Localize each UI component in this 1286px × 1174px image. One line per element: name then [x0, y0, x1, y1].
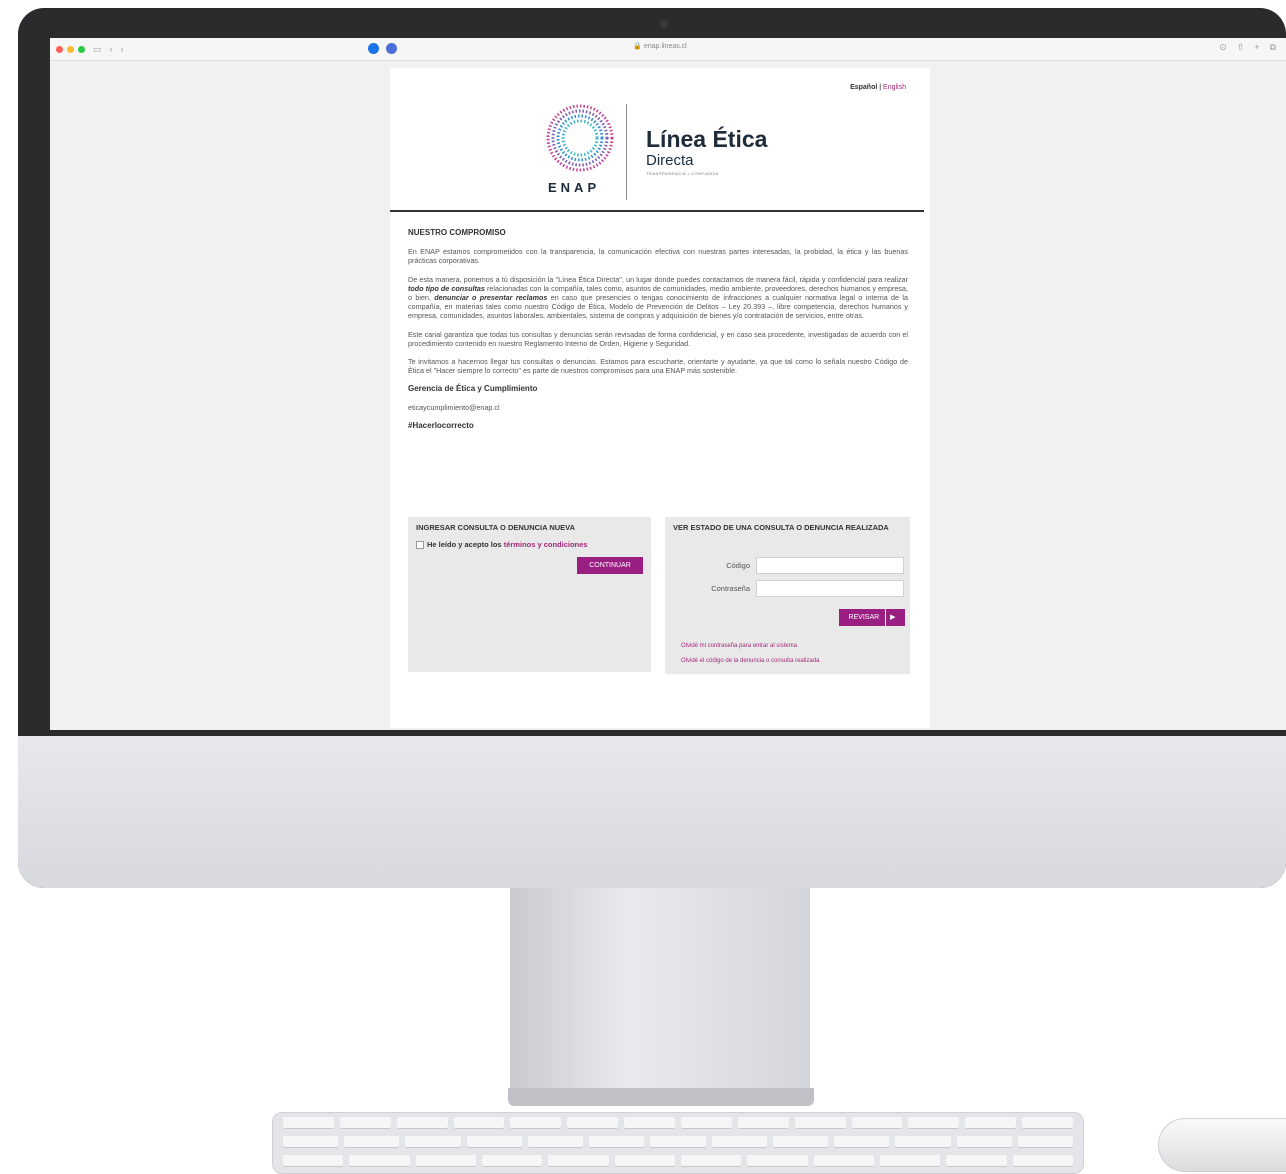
back-icon[interactable]: ‹: [110, 44, 113, 54]
status-check-panel: VER ESTADO DE UNA CONSULTA O DENUNCIA RE…: [665, 517, 910, 674]
extension-icon[interactable]: [386, 43, 397, 54]
screen: ▭ ‹ › 🔒 enap.lineas.cl ⊙ ⇧ + ⧉ Español |…: [50, 38, 1286, 730]
window-controls: [56, 45, 85, 53]
review-label: REVISAR: [848, 614, 880, 621]
terms-checkbox[interactable]: [416, 540, 424, 549]
minimize-button[interactable]: [67, 45, 74, 53]
page: Español | English ENAP Línea Ética Direc…: [390, 68, 930, 728]
paragraph-intro: En ENAP estamos comprometidos con la tra…: [408, 247, 908, 266]
code-input[interactable]: [756, 557, 904, 574]
tabs-icon[interactable]: ⧉: [1270, 42, 1276, 53]
contact-email[interactable]: eticaycumplimiento@enap.cl: [408, 403, 908, 412]
terms-label: He leído y acepto los: [427, 540, 502, 549]
camera-icon: [660, 20, 668, 28]
header-divider: [390, 210, 924, 212]
continue-button[interactable]: CONTINUAR: [577, 557, 643, 574]
monitor-stand: [510, 888, 810, 1098]
section-heading: NUESTRO COMPROMISO: [408, 228, 506, 237]
paragraph-guarantee: Este canal garantiza que todas tus consu…: [408, 329, 908, 348]
zoom-button[interactable]: [78, 45, 85, 53]
sidebar-icon[interactable]: ▭: [93, 44, 102, 55]
status-check-title: VER ESTADO DE UNA CONSULTA O DENUNCIA RE…: [673, 523, 889, 532]
terms-link[interactable]: términos y condiciones: [504, 540, 588, 549]
p2-emphasis-consultas: todo tipo de consultas: [408, 283, 485, 293]
forgot-code-link[interactable]: Olvidé el código de la denuncia o consul…: [681, 658, 819, 664]
extension-icon[interactable]: [368, 43, 379, 54]
browser-toolbar: ▭ ‹ › 🔒 enap.lineas.cl ⊙ ⇧ + ⧉: [50, 38, 1286, 61]
paragraph-channel: De esta manera, ponemos a tú disposición…: [408, 275, 908, 321]
review-button[interactable]: REVISAR ▶: [839, 609, 905, 626]
language-switcher: Español | English: [850, 84, 906, 91]
lang-es-link[interactable]: Español: [850, 84, 877, 91]
page-subtitle: Directa: [646, 152, 694, 169]
p2-text-a: De esta manera, ponemos a tú disposición…: [408, 274, 908, 284]
mouse: [1158, 1118, 1286, 1172]
address-bar[interactable]: 🔒 enap.lineas.cl: [410, 42, 910, 50]
signature: Gerencia de Ética y Cumplimiento: [408, 384, 538, 394]
password-label: Contraseña: [711, 584, 750, 593]
new-tab-icon[interactable]: +: [1254, 42, 1259, 53]
enap-logo-icon: [546, 104, 614, 172]
forward-icon[interactable]: ›: [121, 44, 124, 54]
monitor-chin: [18, 736, 1286, 888]
new-report-panel: INGRESAR CONSULTA O DENUNCIA NUEVA He le…: [408, 517, 651, 672]
lock-icon: 🔒: [633, 43, 642, 50]
code-label: Código: [726, 561, 750, 570]
logo-brand: ENAP: [548, 180, 601, 195]
share-icon[interactable]: ⇧: [1237, 42, 1245, 53]
paragraph-invitation: Te invitamos a hacernos llegar tus consu…: [408, 357, 908, 376]
page-title: Línea Ética: [646, 126, 768, 152]
stand-base: [508, 1088, 814, 1106]
logo: ENAP Línea Ética Directa TRANSPARENCIA •…: [540, 100, 790, 200]
url-text: enap.lineas.cl: [643, 43, 687, 50]
commitment-section: NUESTRO COMPROMISO En ENAP estamos compr…: [408, 228, 908, 439]
lang-en-link[interactable]: English: [883, 84, 906, 91]
close-button[interactable]: [56, 45, 63, 53]
logo-tagline: TRANSPARENCIA • CONFIANZA: [646, 171, 719, 176]
new-report-title: INGRESAR CONSULTA O DENUNCIA NUEVA: [416, 523, 576, 532]
play-arrow-icon: ▶: [885, 609, 896, 626]
hashtag: #Hacerlocorrecto: [408, 420, 474, 430]
lang-separator: |: [879, 84, 882, 91]
download-icon[interactable]: ⊙: [1219, 42, 1227, 53]
keyboard: [272, 1112, 1084, 1174]
p2-emphasis-denunciar: denunciar o presentar reclamos: [434, 293, 548, 303]
logo-divider: [626, 104, 627, 200]
password-input[interactable]: [756, 580, 904, 597]
forgot-password-link[interactable]: Olvidé mi contraseña para entrar al sist…: [681, 643, 797, 649]
